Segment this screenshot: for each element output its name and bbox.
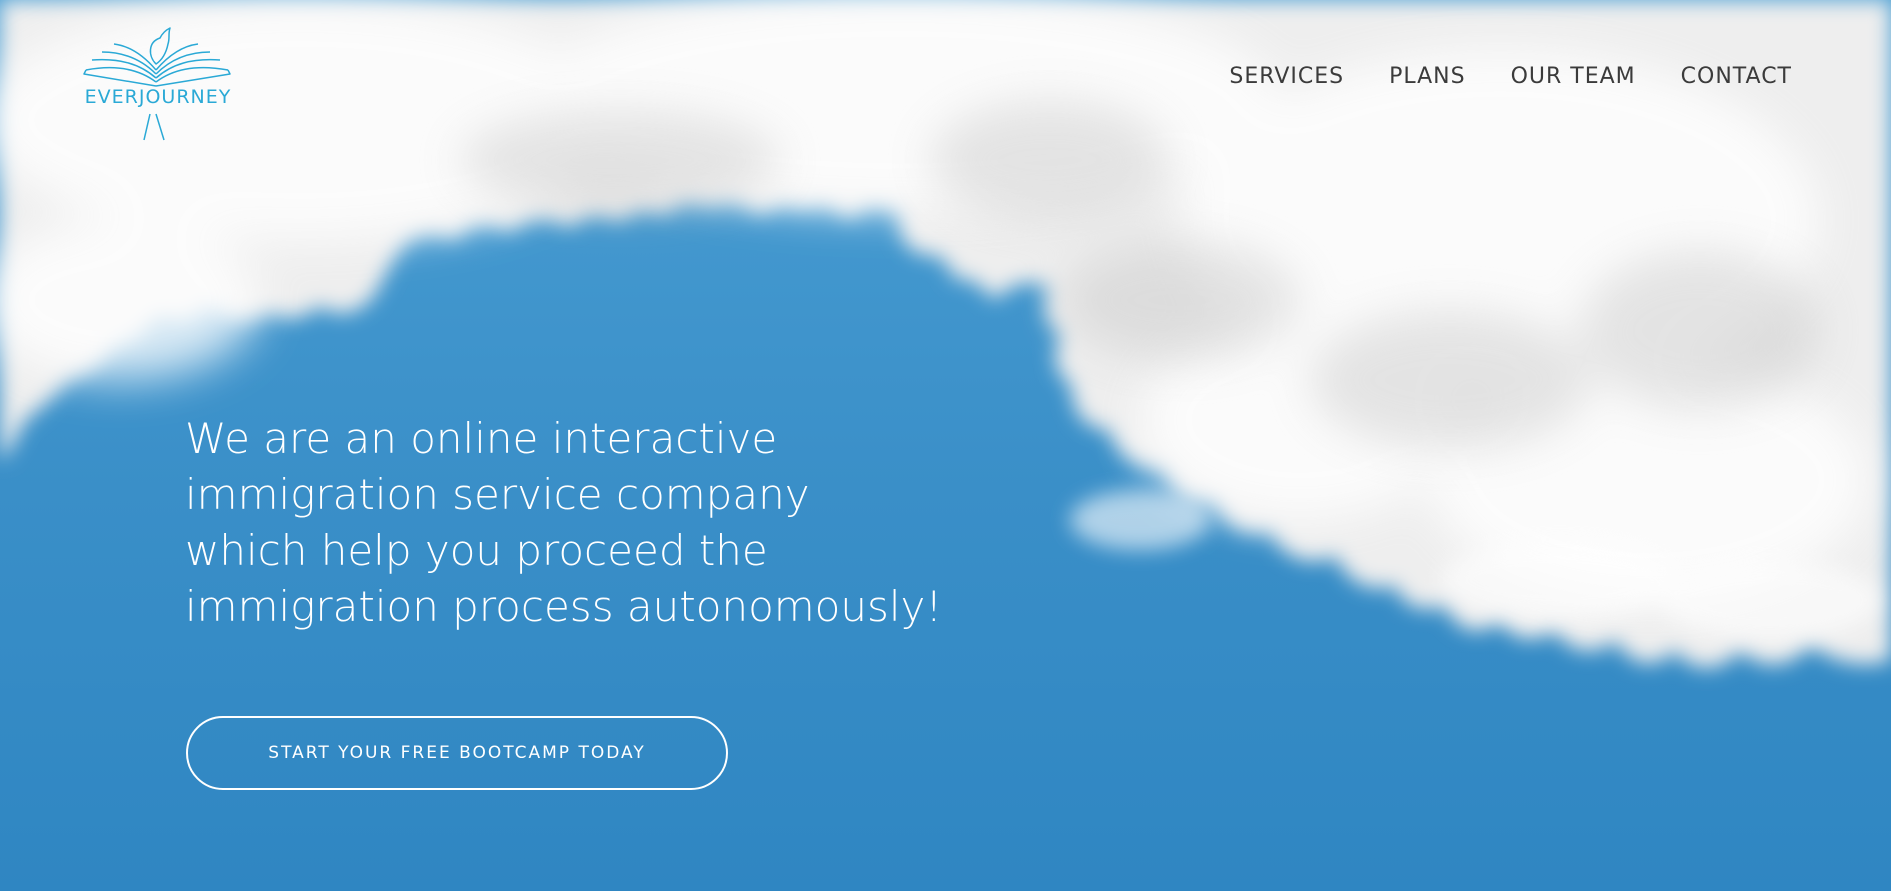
everjourney-logo[interactable]: EVERJOURNEY [78,16,238,146]
landing-page: EVERJOURNEY SERVICES PLANS OUR TEAM CONT… [0,0,1891,891]
nav-item-services[interactable]: SERVICES [1229,64,1344,89]
start-bootcamp-button[interactable]: START YOUR FREE BOOTCAMP TODAY [186,716,728,790]
nav-item-plans[interactable]: PLANS [1389,64,1466,89]
main-nav: SERVICES PLANS OUR TEAM CONTACT [1184,64,1792,89]
nav-item-contact[interactable]: CONTACT [1681,64,1792,89]
brand-name: EVERJOURNEY [84,86,232,108]
book-bird-icon [83,27,231,141]
nav-item-our-team[interactable]: OUR TEAM [1511,64,1636,89]
hero-headline: We are an online interactive immigration… [185,414,943,631]
